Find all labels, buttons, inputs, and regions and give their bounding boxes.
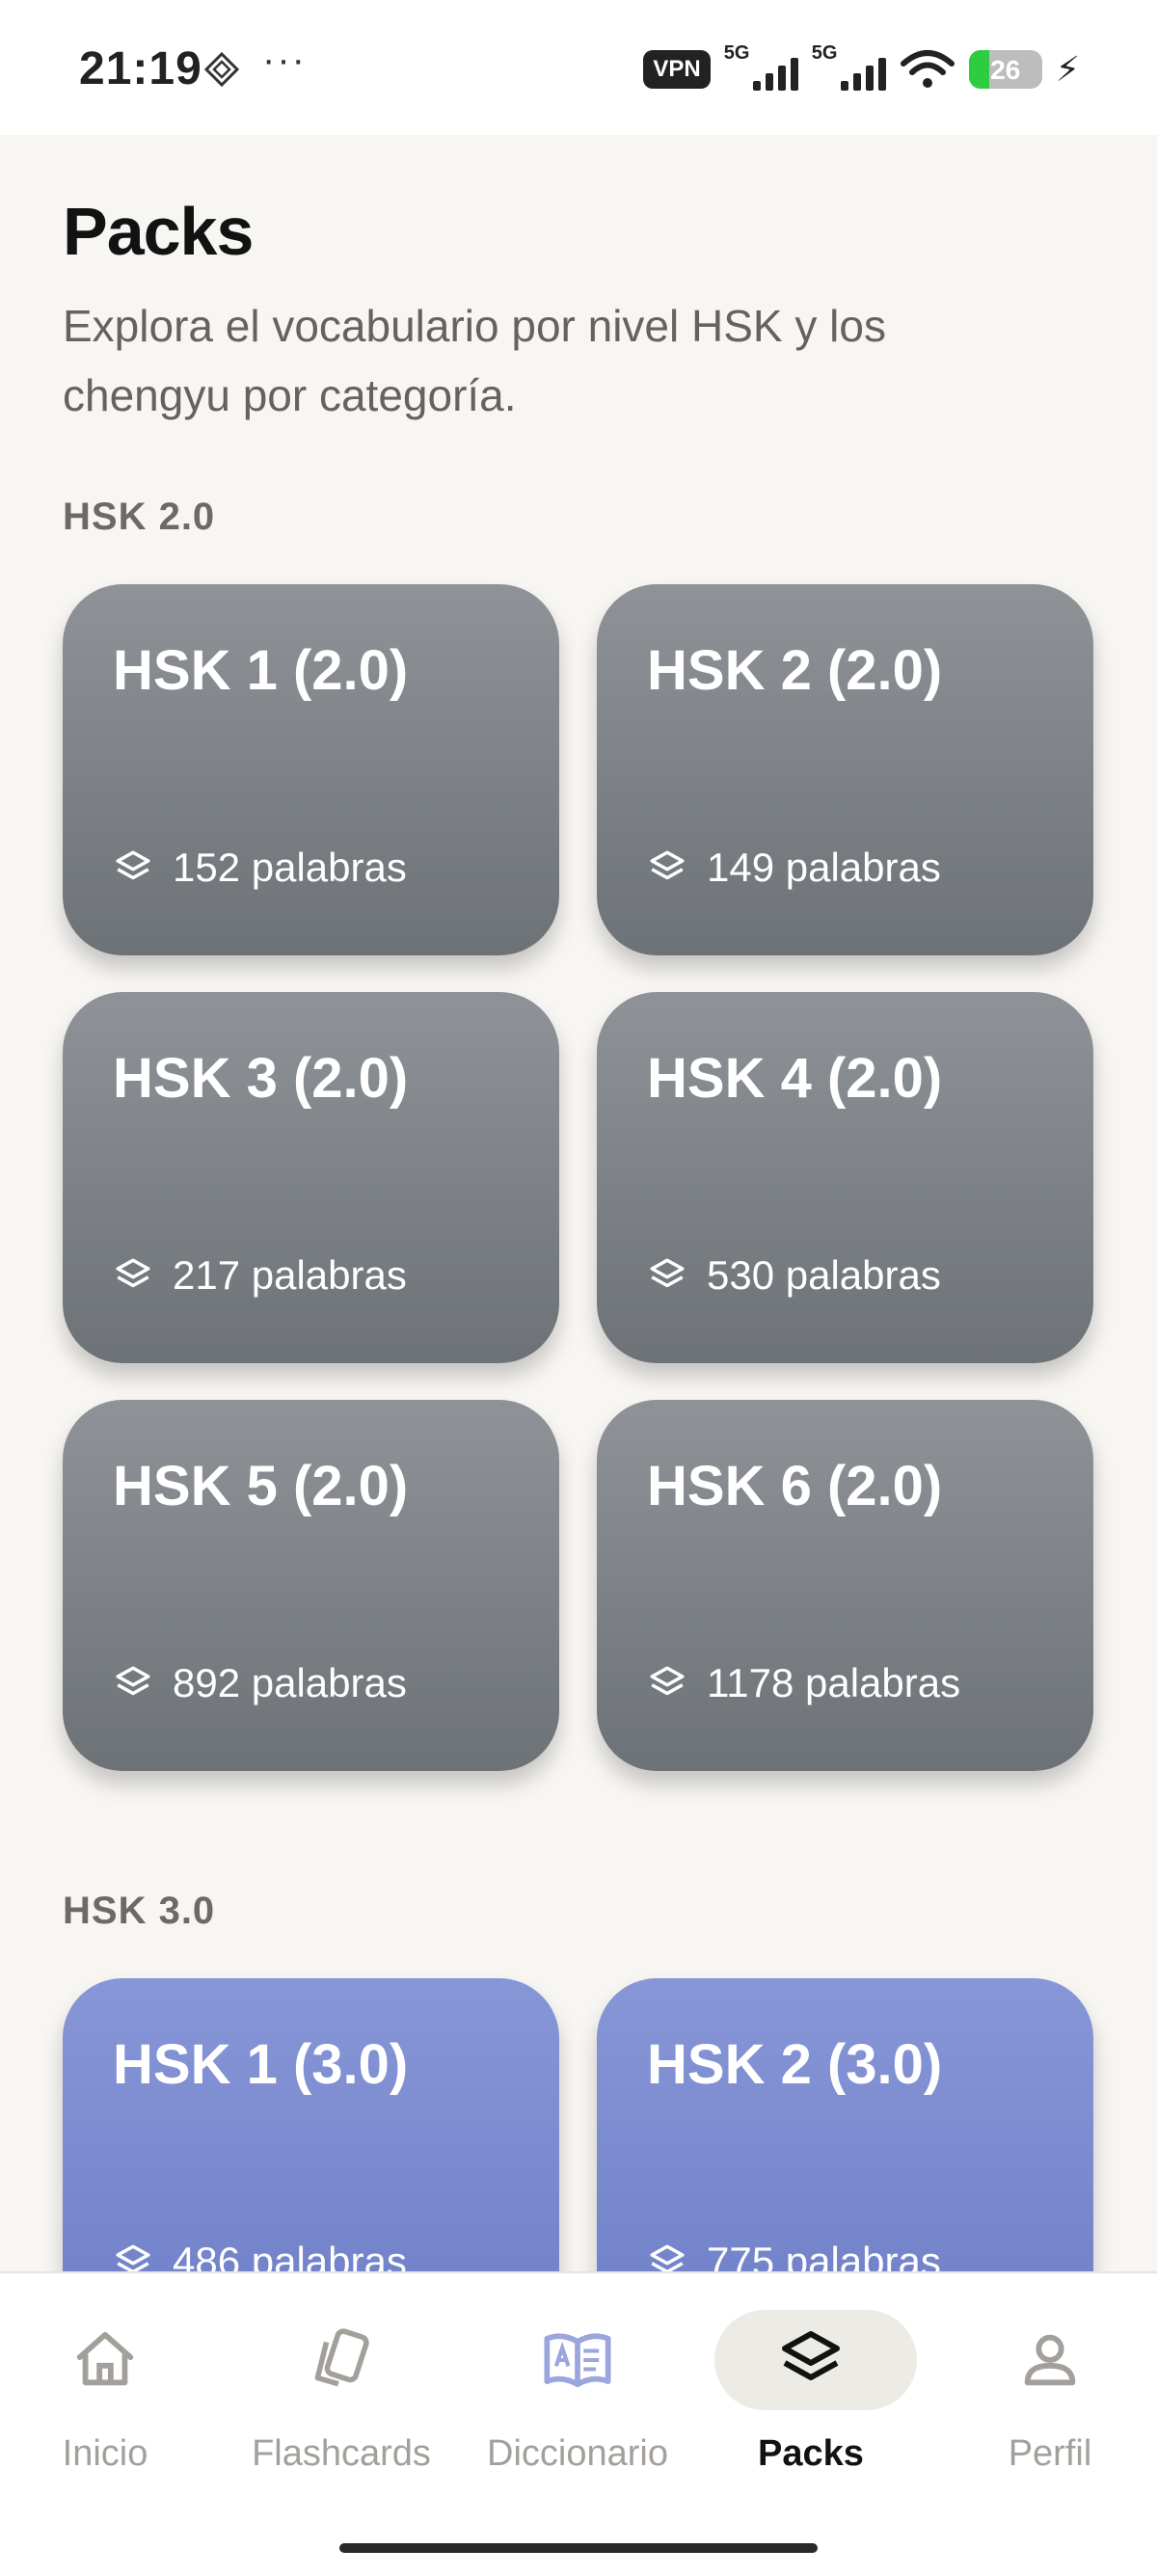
pack-title: HSK 4 (2.0): [647, 1047, 943, 1110]
section-label-hsk-3: HSK 3.0: [63, 1890, 216, 1932]
vpn-badge: VPN: [643, 50, 711, 89]
layers-icon: [116, 850, 150, 880]
pack-card-hsk3-2[interactable]: HSK 3 (2.0) 217 palabras: [63, 992, 559, 1363]
layers-icon: [650, 850, 685, 880]
pack-count: 152 palabras: [113, 845, 407, 891]
status-icons: VPN 5G 5G 26 ⚡: [643, 42, 1080, 94]
pack-count-text: 149 palabras: [707, 845, 941, 890]
layers-icon: [116, 1666, 150, 1696]
nav-label: Perfil: [1008, 2433, 1092, 2474]
pack-count: 217 palabras: [113, 1252, 407, 1299]
nav-item-perfil[interactable]: Perfil: [934, 2273, 1157, 2505]
layers-icon: [774, 2323, 848, 2397]
pack-title: HSK 2 (3.0): [647, 2033, 943, 2096]
more-dots-icon: ···: [262, 39, 307, 81]
pack-title: HSK 2 (2.0): [647, 639, 943, 702]
pack-card-hsk5-2[interactable]: HSK 5 (2.0) 892 palabras: [63, 1400, 559, 1771]
signal-icon: 5G: [724, 42, 798, 91]
pack-card-hsk4-2[interactable]: HSK 4 (2.0) 530 palabras: [597, 992, 1093, 1363]
layers-icon: [650, 1666, 685, 1696]
location-diamond-icon: [204, 52, 239, 87]
nav-item-packs[interactable]: Packs: [695, 2273, 927, 2505]
pack-count-text: 530 palabras: [707, 1252, 941, 1298]
nav-item-flashcards[interactable]: Flashcards: [226, 2273, 457, 2505]
pack-count-text: 217 palabras: [173, 1252, 407, 1298]
pack-card-hsk6-2[interactable]: HSK 6 (2.0) 1178 palabras: [597, 1400, 1093, 1771]
nav-label: Packs: [758, 2433, 864, 2474]
nav-item-diccionario[interactable]: Diccionario: [462, 2273, 693, 2505]
layers-icon: [116, 1258, 150, 1288]
pack-title: HSK 5 (2.0): [113, 1455, 409, 1517]
person-icon: [1013, 2323, 1087, 2397]
pack-count-text: 1178 palabras: [707, 1660, 961, 1705]
pack-card-hsk1-2[interactable]: HSK 1 (2.0) 152 palabras: [63, 584, 559, 955]
pack-count: 530 palabras: [647, 1252, 941, 1299]
pack-title: HSK 1 (3.0): [113, 2033, 409, 2096]
pack-count-text: 892 palabras: [173, 1660, 407, 1705]
home-indicator[interactable]: [339, 2543, 818, 2553]
section-label-hsk-2: HSK 2.0: [63, 496, 216, 538]
nav-label: Flashcards: [252, 2433, 431, 2474]
pack-count: 149 palabras: [647, 845, 941, 891]
pack-count: 1178 palabras: [647, 1660, 960, 1706]
dictionary-book-icon: [541, 2323, 614, 2397]
cards-icon: [305, 2323, 378, 2397]
charging-bolt-icon: ⚡: [1055, 49, 1080, 89]
status-bar: 21:19 ··· VPN 5G 5G 26 ⚡: [0, 0, 1157, 135]
home-icon: [68, 2323, 142, 2397]
pack-count: 892 palabras: [113, 1660, 407, 1706]
pack-title: HSK 3 (2.0): [113, 1047, 409, 1110]
signal-icon: 5G: [812, 42, 886, 91]
battery-icon: 26: [968, 50, 1042, 89]
status-time: 21:19: [79, 43, 202, 94]
pack-title: HSK 1 (2.0): [113, 639, 409, 702]
layers-icon: [650, 1258, 685, 1288]
nav-label: Diccionario: [487, 2433, 668, 2474]
page-title: Packs: [63, 194, 254, 269]
wifi-icon: [900, 50, 955, 88]
nav-label: Inicio: [62, 2433, 148, 2474]
page-description: Explora el vocabulario por nivel HSK y l…: [63, 301, 886, 420]
pack-card-hsk2-2[interactable]: HSK 2 (2.0) 149 palabras: [597, 584, 1093, 955]
nav-item-inicio[interactable]: Inicio: [0, 2273, 221, 2505]
pack-title: HSK 6 (2.0): [647, 1455, 943, 1517]
pack-count-text: 152 palabras: [173, 845, 407, 890]
bottom-nav: Inicio Flashcards Diccionario Packs Perf…: [0, 2271, 1157, 2576]
